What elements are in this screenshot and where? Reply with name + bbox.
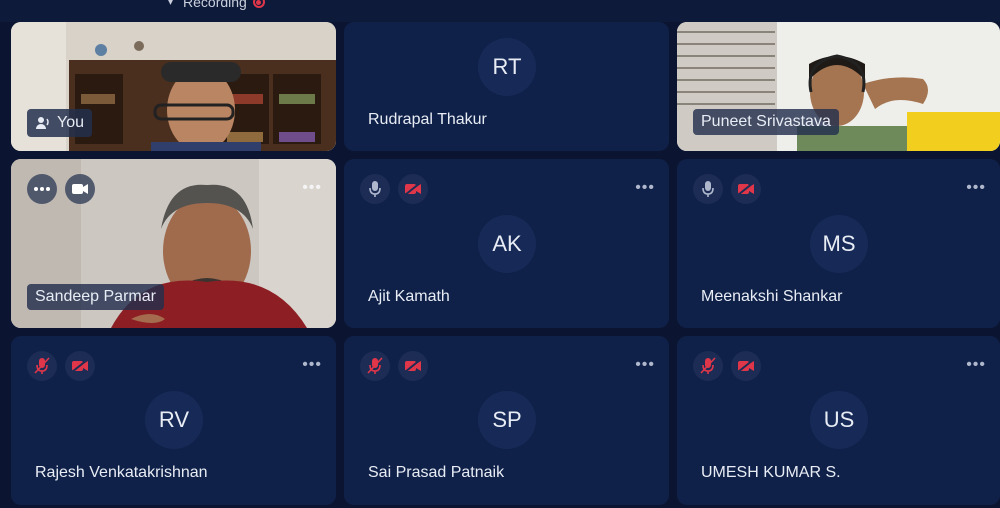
participant-name: Ajit Kamath [368,288,450,305]
participant-name: UMESH KUMAR S. [701,464,841,481]
camera-button[interactable] [731,174,761,204]
participant-tile-you[interactable]: You [11,22,336,151]
avatar-initials: RV [158,407,190,432]
camera-button[interactable] [398,174,428,204]
mic-button[interactable] [360,351,390,381]
more-options-icon[interactable]: ••• [966,179,986,197]
participant-name: Sandeep Parmar [27,284,164,310]
more-options-button[interactable] [27,174,57,204]
participant-tile-puneet-srivastava[interactable]: Puneet Srivastava [677,22,1000,151]
mic-off-icon [34,357,50,374]
more-options-icon[interactable]: ••• [635,356,655,374]
avatar: MS [810,215,868,273]
camera-button[interactable] [65,174,95,204]
participant-tile-sai-prasad-patnaik[interactable]: ••• SP Sai Prasad Patnaik [344,336,669,505]
participant-name: Meenakshi Shankar [701,288,843,305]
avatar-initials: MS [822,231,856,256]
participant-name: You [57,114,84,131]
participant-tile-ajit-kamath[interactable]: ••• AK Ajit Kamath [344,159,669,328]
camera-button[interactable] [731,351,761,381]
camera-off-icon [737,182,754,196]
more-options-icon[interactable]: ••• [635,179,655,197]
avatar: SP [478,391,536,449]
mic-off-icon [700,357,716,374]
mic-button[interactable] [693,351,723,381]
participant-tile-rajesh-venkatakrishnan[interactable]: ••• RV Rajesh Venkatakrishnan [11,336,336,505]
mic-button[interactable] [27,351,57,381]
participant-name: Rudrapal Thakur [368,111,487,128]
participant-tile-sandeep-parmar[interactable]: ••• Sandeep Parmar [11,159,336,328]
camera-off-icon [71,359,88,373]
more-options-icon [34,187,50,191]
recording-indicator[interactable]: ▾ Recording [168,0,265,10]
participant-name: Puneet Srivastava [693,109,839,135]
avatar: US [810,391,868,449]
more-options-icon[interactable]: ••• [966,356,986,374]
avatar: RV [145,391,203,449]
avatar: RT [478,38,536,96]
camera-button[interactable] [398,351,428,381]
speaker-icon [36,117,49,129]
mic-button[interactable] [693,174,723,204]
avatar-initials: SP [492,407,522,432]
camera-button[interactable] [65,351,95,381]
mic-off-icon [367,357,383,374]
avatar-initials: RT [492,54,522,79]
participant-name: Rajesh Venkatakrishnan [35,464,208,481]
mic-button[interactable] [360,174,390,204]
self-label: You [27,109,92,137]
camera-off-icon [404,359,421,373]
caret-icon: ▾ [168,0,174,8]
more-options-icon[interactable]: ••• [302,179,322,197]
record-icon [252,0,265,8]
mic-off-icon [702,181,714,197]
avatar-initials: US [823,407,855,432]
avatar: AK [478,215,536,273]
more-options-icon[interactable]: ••• [302,356,322,374]
participant-tile-rudrapal-thakur[interactable]: RT Rudrapal Thakur [344,22,669,151]
participant-name: Sai Prasad Patnaik [368,464,505,481]
recording-label: Recording [183,0,247,10]
mic-off-icon [369,181,381,197]
participant-tile-meenakshi-shankar[interactable]: ••• MS Meenakshi Shankar [677,159,1000,328]
camera-off-icon [737,359,754,373]
camera-icon [72,184,88,194]
camera-off-icon [404,182,421,196]
top-bar: ▾ Recording [0,0,1000,22]
participant-tile-umesh-kumar[interactable]: ••• US UMESH KUMAR S. [677,336,1000,505]
avatar-initials: AK [492,231,522,256]
